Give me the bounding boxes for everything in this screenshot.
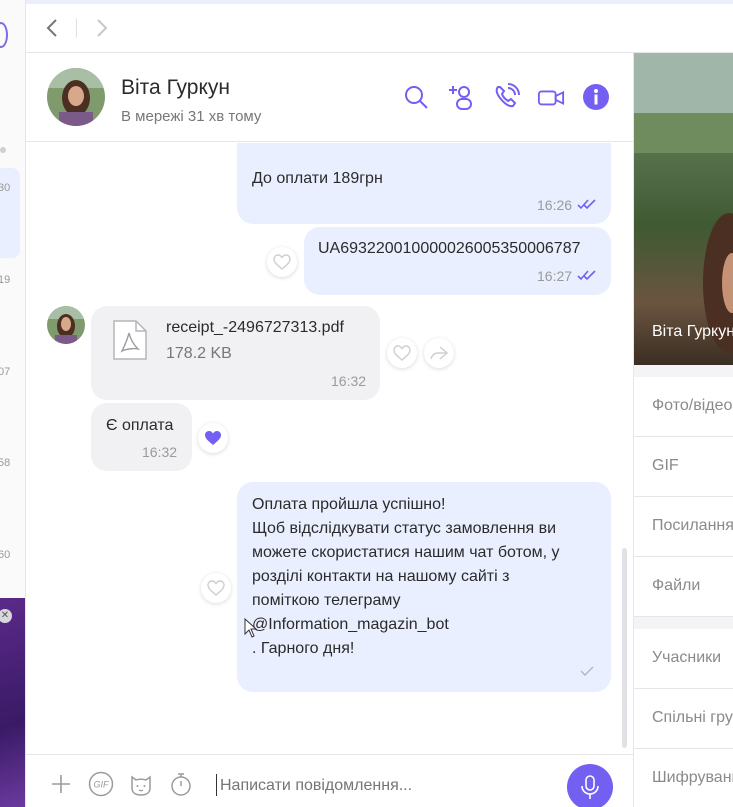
info-item-label: Фото/відео [652,397,733,414]
mouse-cursor-icon [244,618,258,638]
search-icon [405,86,428,109]
heart-filled-icon [205,431,221,445]
chat-item-time: 07 [0,366,11,378]
message-time: 16:26 [537,197,573,213]
sticker-bear-icon [131,775,151,796]
like-button[interactable] [267,247,297,277]
message-composer: GIF [26,754,633,807]
chat-item-time: 58 [0,457,11,469]
heart-outline-icon [273,254,291,270]
forward-message-button[interactable] [424,338,454,368]
heart-outline-icon [207,580,225,596]
chevron-left-icon [46,19,57,37]
info-item-links[interactable]: Посилання [634,497,733,557]
gif-button[interactable]: GIF [88,771,114,797]
info-item-label: Шифрування [652,769,733,786]
sender-avatar[interactable] [47,306,85,344]
file-name: receipt_-2496727313.pdf [166,319,344,336]
section-gap [634,365,733,377]
read-ticks-icon [577,270,596,281]
chat-header: Віта Гуркун В мережі 31 хв тому [26,53,633,142]
info-item-encryption[interactable]: Шифрування [634,749,733,807]
info-item-gif[interactable]: GIF [634,437,733,497]
info-item-label: Учасники [652,649,722,666]
share-icon [430,346,448,360]
top-navigation [26,0,733,53]
like-button[interactable] [201,573,231,603]
info-item-label: GIF [652,457,679,474]
call-button[interactable] [492,83,520,111]
message-text: Є оплата [106,417,174,434]
add-participant-button[interactable] [447,83,475,111]
nav-divider [76,18,77,38]
search-button[interactable] [402,83,430,111]
message-text: Оплата пройшла успішно! Щоб відслідкуват… [252,496,560,657]
like-button[interactable] [387,338,417,368]
message-list[interactable]: До оплати 189грн 16:26 UA693220010000026… [26,143,633,754]
message-input[interactable] [220,777,550,795]
video-call-button[interactable] [537,83,565,111]
message-text: UA693220010000026005350006787 [318,240,581,257]
contact-avatar[interactable] [47,68,105,126]
scrollbar[interactable] [622,548,627,748]
gif-icon: GIF [88,771,114,797]
message-time: 16:32 [331,373,367,389]
info-item-label: Спільні групи [652,709,733,726]
microphone-icon [581,775,599,799]
info-icon [583,84,609,110]
timer-icon [171,773,191,796]
plus-icon [52,775,70,793]
info-item-label: Посилання [652,517,733,534]
info-item-files[interactable]: Файли [634,557,733,617]
contact-name: Віта Гуркун [121,76,230,99]
file-size: 178.2 KB [166,345,232,362]
sticker-button[interactable] [128,771,154,797]
svg-text:GIF: GIF [94,780,110,790]
chat-item-time: 30 [0,182,11,194]
contact-status: В мережі 31 хв тому [121,108,262,125]
message-time: 16:32 [142,444,178,460]
photo-caption-name: Віта Гуркун [652,323,733,340]
reaction-button[interactable] [198,423,228,453]
section-gap [634,617,733,629]
chevron-right-icon [97,19,108,37]
message-text: До оплати 189грн [252,170,383,187]
sent-status-icon [580,666,594,676]
chat-item-time: 60 [0,549,11,561]
info-item-media[interactable]: Фото/відео [634,377,733,437]
add-participant-icon [449,86,472,110]
menu-icon[interactable] [0,22,8,48]
read-ticks-icon [577,199,596,210]
disappearing-message-button[interactable] [168,771,194,797]
divider-dot [0,147,6,153]
contact-info-panel: Віта Гуркун Фото/відео GIF Посилання Фай… [633,53,733,807]
forward-button[interactable] [92,16,112,40]
back-button[interactable] [42,16,62,40]
info-item-common-groups[interactable]: Спільні групи [634,689,733,749]
text-caret [216,774,217,796]
info-button[interactable] [582,83,610,111]
info-item-participants[interactable]: Учасники [634,629,733,689]
heart-outline-icon [393,345,411,361]
promo-banner[interactable] [0,598,25,807]
chat-list-sliver: 30 19 07 58 60 ✕ [0,0,26,807]
video-call-icon [537,90,565,106]
voice-message-button[interactable] [567,764,613,807]
call-icon [495,83,520,108]
pdf-file-icon [113,320,147,360]
info-item-label: Файли [652,577,701,594]
attach-button[interactable] [48,771,74,797]
chat-item-time: 19 [0,274,11,286]
message-time: 16:27 [537,268,573,284]
contact-photo[interactable]: Віта Гуркун [634,53,733,365]
